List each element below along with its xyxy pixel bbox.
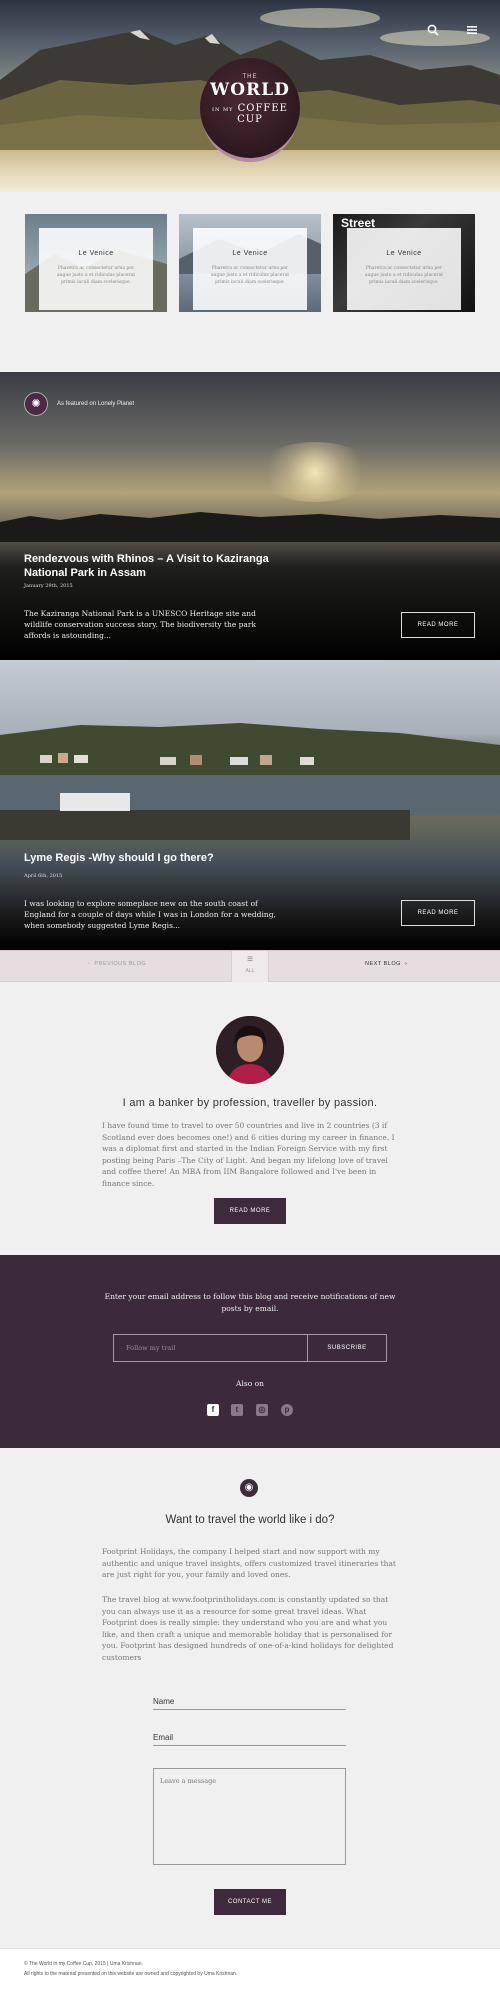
card-panel: Le Venice Pharetra ac consectetur urna p… [347, 228, 461, 310]
previous-blog-link[interactable]: ‹ PREVIOUS BLOG [88, 961, 146, 967]
harbor-image [0, 723, 500, 840]
about-section: I am a banker by profession, traveller b… [0, 982, 500, 1255]
all-blogs-button[interactable]: ≡ ALL [231, 951, 269, 983]
globe-icon: ◉ [240, 1479, 258, 1497]
post-title[interactable]: Rendezvous with Rhinos – A Visit to Kazi… [24, 552, 294, 580]
card-description: Pharetra ac consectetur urna per augue j… [210, 266, 290, 285]
email-subscribe-input[interactable]: Follow my trail [113, 1334, 307, 1362]
blog-pager: ‹ PREVIOUS BLOG ≡ ALL NEXT BLOG › [0, 950, 500, 983]
card-title: Le Venice [386, 250, 422, 257]
card-description: Pharetra ac consectetur urna per augue j… [56, 266, 136, 285]
featured-cards: Le Venice Pharetra ac consectetur urna p… [0, 194, 500, 372]
message-textarea[interactable]: Leave a message [153, 1768, 346, 1865]
lonely-planet-badge-icon: ✺ [24, 392, 48, 416]
featured-card[interactable]: Street Le Venice Pharetra ac consectetur… [333, 214, 475, 312]
post-date: January 29th, 2015 [24, 583, 73, 589]
subscribe-section: Enter your email address to follow this … [0, 1255, 500, 1448]
hero-banner: THE WORLD IN MY COFFEE CUP [0, 0, 500, 192]
post-date: April 6th, 2015 [24, 873, 63, 879]
logo-title: WORLD [210, 80, 290, 100]
subscribe-button[interactable]: SUBSCRIBE [307, 1334, 387, 1362]
read-more-button[interactable]: READ MORE [401, 900, 475, 926]
email-field-underline [153, 1745, 346, 1746]
contact-paragraph: The travel blog at www.footprintholidays… [102, 1595, 394, 1662]
read-more-button[interactable]: READ MORE [214, 1198, 286, 1224]
treeline-image [0, 512, 500, 542]
contact-me-button[interactable]: CONTACT ME [214, 1889, 286, 1915]
hamburger-menu-icon[interactable] [462, 22, 482, 42]
instagram-icon[interactable]: ◎ [256, 1404, 268, 1416]
pinterest-icon[interactable]: p [281, 1404, 293, 1416]
blog-post: Lyme Regis -Why should I go there? April… [0, 660, 500, 950]
name-field-underline [153, 1709, 346, 1710]
featured-badge-text: As featured on Lonely Planet [57, 401, 135, 407]
name-field[interactable]: Name [153, 1697, 174, 1706]
facebook-icon[interactable]: f [207, 1404, 219, 1416]
blog-post: ✺ As featured on Lonely Planet Rendezvou… [0, 372, 500, 660]
next-blog-link[interactable]: NEXT BLOG › [365, 961, 407, 967]
post-title[interactable]: Lyme Regis -Why should I go there? [24, 851, 324, 865]
contact-heading: Want to travel the world like i do? [165, 1514, 335, 1526]
about-text: I have found time to travel to over 50 c… [102, 1121, 395, 1188]
card-title: Le Venice [232, 250, 268, 257]
also-on-label: Also on [236, 1379, 264, 1388]
author-avatar [216, 1016, 284, 1084]
featured-card[interactable]: Le Venice Pharetra ac consectetur urna p… [25, 214, 167, 312]
card-title: Le Venice [78, 250, 114, 257]
rights-text: All rights to the material presented on … [24, 1971, 238, 1977]
logo-subtitle: IN MY COFFEE CUP [212, 103, 288, 125]
site-logo[interactable]: THE WORLD IN MY COFFEE CUP [200, 58, 300, 158]
list-icon: ≡ [247, 954, 253, 965]
read-more-button[interactable]: READ MORE [401, 612, 475, 638]
contact-paragraph: Footprint Holidays, the company I helped… [102, 1547, 396, 1579]
subscribe-intro: Enter your email address to follow this … [104, 1292, 396, 1313]
footer: © The World in my Coffee Cup, 2015 | Uma… [0, 1948, 500, 1992]
search-icon[interactable] [423, 22, 443, 42]
card-description: Pharetra ac consectetur urna per augue j… [364, 266, 444, 285]
card-panel: Le Venice Pharetra ac consectetur urna p… [39, 228, 153, 310]
twitter-icon[interactable]: t [231, 1404, 243, 1416]
post-excerpt: The Kaziranga National Park is a UNESCO … [24, 609, 257, 640]
card-panel: Le Venice Pharetra ac consectetur urna p… [193, 228, 307, 310]
featured-card[interactable]: Le Venice Pharetra ac consectetur urna p… [179, 214, 321, 312]
about-heading: I am a banker by profession, traveller b… [122, 1097, 378, 1109]
all-label: ALL [245, 968, 255, 974]
email-field[interactable]: Email [153, 1733, 173, 1742]
copyright-text: © The World in my Coffee Cup, 2015 | Uma… [24, 1961, 143, 1967]
contact-section: ◉ Want to travel the world like i do? Fo… [0, 1448, 500, 1948]
post-excerpt: I was looking to explore someplace new o… [24, 899, 276, 930]
